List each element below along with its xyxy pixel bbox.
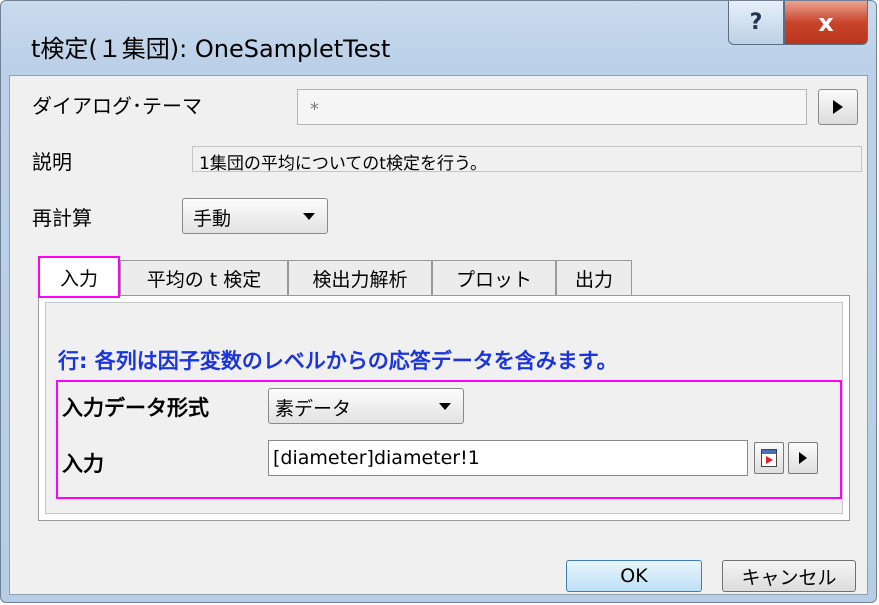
recalculate-label: 再計算 [32, 206, 92, 230]
tab-output[interactable]: 出力 [556, 260, 632, 296]
chevron-down-icon [303, 213, 315, 220]
close-icon: x [818, 8, 834, 37]
recalculate-value: 手動 [193, 208, 232, 230]
description-field: 1集団の平均についてのt検定を行う。 [192, 146, 862, 174]
input-format-label: 入力データ形式 [62, 396, 209, 420]
info-text: 行: 各列は因子変数のレベルからの応答データを含みます。 [58, 349, 618, 373]
description-label: 説明 [32, 150, 72, 174]
dialog-window: t検定(１集団): OneSampletTest ? x ダイアログ･テーマ *… [0, 0, 877, 603]
dialog-theme-label: ダイアログ･テーマ [32, 94, 202, 118]
help-button[interactable]: ? [728, 1, 784, 45]
input-menu-button[interactable] [788, 442, 818, 474]
close-button[interactable]: x [784, 1, 868, 45]
input-label: 入力 [62, 452, 104, 476]
input-format-value: 素データ [275, 398, 352, 420]
dialog-client-area: ダイアログ･テーマ * 説明 1集団の平均についてのt検定を行う。 再計算 手動… [9, 75, 868, 595]
recalculate-select[interactable]: 手動 [182, 198, 328, 234]
range-select-button[interactable] [754, 442, 784, 474]
dialog-theme-field[interactable]: * [297, 89, 807, 125]
ok-button[interactable]: OK [566, 560, 702, 592]
tab-power-analysis[interactable]: 検出力解析 [288, 260, 432, 296]
highlight-box: 入力データ形式 素データ 入力 [diameter]diameter!1 [56, 380, 842, 499]
arrow-right-icon [799, 452, 807, 464]
tab-plot[interactable]: プロット [432, 260, 556, 296]
input-format-select[interactable]: 素データ [268, 388, 464, 424]
arrow-right-icon [833, 100, 843, 114]
help-icon: ? [749, 10, 763, 35]
title-bar[interactable]: t検定(１集団): OneSampletTest ? x [1, 1, 876, 75]
cancel-button[interactable]: キャンセル [722, 560, 856, 592]
tab-mean-t-test[interactable]: 平均の t 検定 [120, 260, 288, 296]
tab-panel-content: 行: 各列は因子変数のレベルからの応答データを含みます。 入力データ形式 素デー… [45, 302, 843, 514]
tab-input[interactable]: 入力 [38, 256, 120, 298]
window-title: t検定(１集団): OneSampletTest [31, 35, 391, 63]
input-range-field[interactable]: [diameter]diameter!1 [268, 440, 748, 476]
tab-panel-input: 行: 各列は因子変数のレベルからの応答データを含みます。 入力データ形式 素デー… [38, 295, 850, 521]
range-select-icon [761, 449, 777, 467]
chevron-down-icon [439, 403, 451, 410]
dialog-theme-menu-button[interactable] [818, 89, 858, 125]
